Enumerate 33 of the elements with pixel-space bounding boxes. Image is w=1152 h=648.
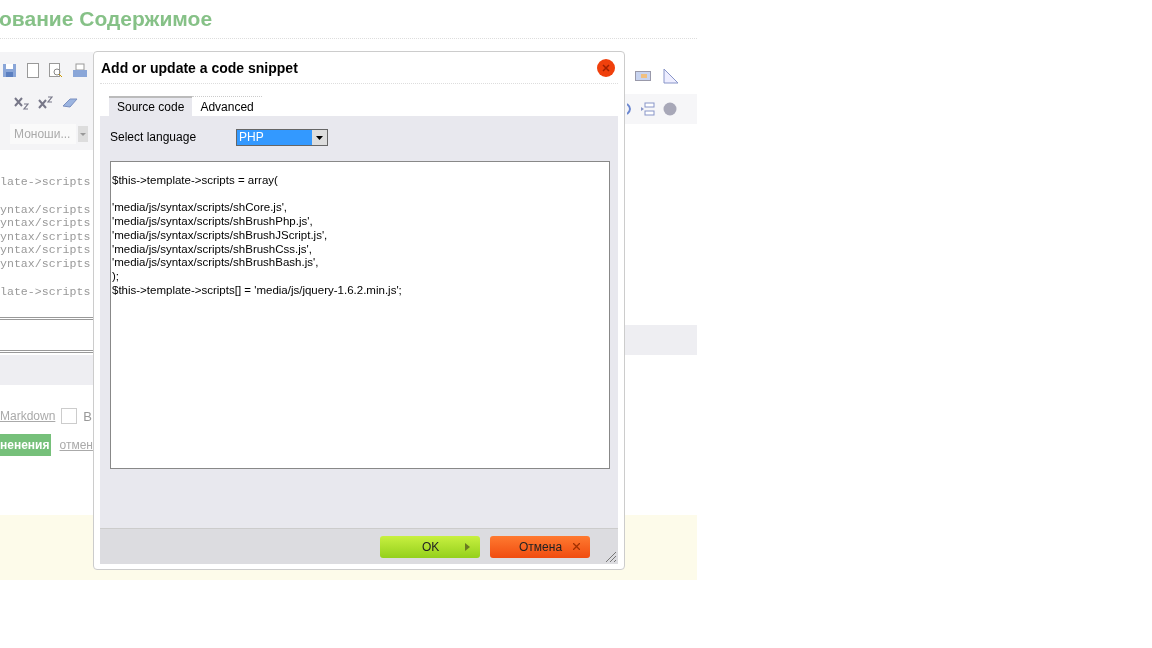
- superscript-icon[interactable]: [38, 96, 53, 110]
- page-break-icon[interactable]: [641, 102, 655, 116]
- page-title: ование Содержимое: [0, 7, 213, 31]
- save-icon[interactable]: [2, 62, 17, 78]
- code-line: yntax/scripts: [0, 229, 92, 244]
- printer-icon[interactable]: [73, 62, 87, 78]
- triangle-ruler-icon[interactable]: [663, 68, 679, 84]
- code-line: late->scripts: [0, 284, 92, 299]
- ok-button[interactable]: OK: [380, 535, 480, 558]
- preview-icon[interactable]: [49, 62, 63, 78]
- tab[interactable]: Source code: [109, 96, 193, 116]
- eraser-icon[interactable]: [62, 97, 78, 109]
- code-line: yntax/scripts: [0, 243, 92, 257]
- language-select[interactable]: PHP: [236, 128, 328, 146]
- checkbox[interactable]: [61, 408, 78, 424]
- resize-grip-icon[interactable]: [605, 551, 616, 562]
- image-icon[interactable]: [635, 71, 651, 81]
- new-document-icon[interactable]: [27, 62, 39, 78]
- close-icon[interactable]: [597, 58, 615, 77]
- code-field[interactable]: $this->template->scripts = array( 'media/js/syntax/scripts/shCore.js', 'media/js/syntax/scripts/shBrushPhp.js', 'media/js/syntax/scripts/shBrushJScript.js', 'media/js/syntax/scripts/shBrushCss.js', 'media/js/syntax/scripts/shBrushBash.js', ); $this->template->scripts[] = 'media/js/jquery-1.6.2.min.js';: [110, 161, 610, 469]
- close-icon: [573, 543, 580, 550]
- circle-icon[interactable]: [663, 102, 677, 116]
- code-line: late->scripts: [0, 175, 92, 189]
- checkbox-label: В: [83, 408, 93, 424]
- code-line: yntax/scripts: [0, 216, 92, 230]
- select-language-label: Select language: [110, 130, 198, 144]
- panel-band: [625, 325, 697, 355]
- code-line: yntax/scripts: [0, 202, 92, 217]
- cancel-button[interactable]: Отмена: [490, 535, 590, 558]
- code-line: yntax/scripts: [0, 256, 92, 271]
- arrow-icon: [465, 542, 470, 551]
- dialog-title: Add or update a code snippet: [101, 59, 298, 76]
- subscript-icon[interactable]: [14, 96, 29, 110]
